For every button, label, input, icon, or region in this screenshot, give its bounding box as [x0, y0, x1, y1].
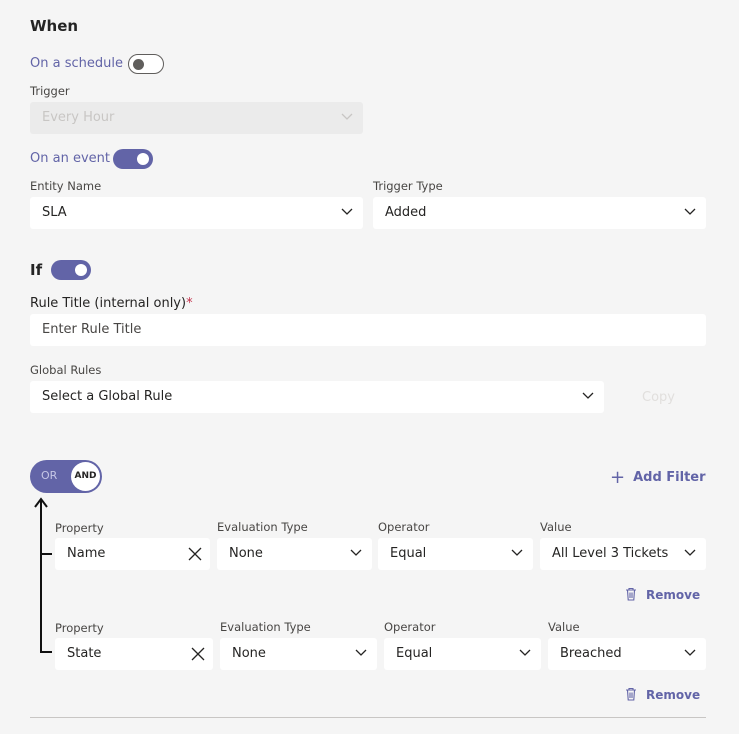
close-icon[interactable]: [191, 647, 205, 661]
filter-operator-value: Equal: [396, 646, 433, 661]
filter-property-label: Property: [55, 621, 104, 635]
filter-eval-label: Evaluation Type: [217, 520, 308, 534]
toggle-knob: [75, 264, 87, 276]
filter-value-value: Breached: [560, 646, 622, 661]
rule-title-input[interactable]: Enter Rule Title: [30, 314, 706, 346]
add-filter-label: Add Filter: [633, 470, 706, 485]
filter-property-input[interactable]: State: [55, 638, 213, 670]
toggle-knob: [137, 153, 149, 165]
on-event-toggle[interactable]: [113, 149, 153, 169]
trigger-select: Every Hour: [30, 102, 363, 134]
chevron-down-icon: [684, 649, 696, 656]
logic-connector-bracket: [34, 497, 52, 653]
global-rules-select[interactable]: Select a Global Rule: [30, 381, 604, 413]
copy-button[interactable]: Copy: [642, 390, 675, 405]
filter-eval-select[interactable]: None: [220, 638, 377, 670]
close-icon[interactable]: [188, 547, 202, 561]
chevron-down-icon: [511, 549, 523, 556]
filter-value-label: Value: [540, 520, 572, 534]
chevron-down-icon: [519, 649, 531, 656]
filter-operator-value: Equal: [390, 546, 427, 561]
filter-property-value: Name: [67, 546, 106, 561]
chevron-down-icon: [341, 113, 353, 120]
filter-value-label: Value: [548, 620, 580, 634]
toggle-knob: [133, 59, 144, 70]
chevron-down-icon: [350, 549, 362, 556]
filter-remove-button[interactable]: Remove: [625, 687, 700, 702]
global-rules-value: Select a Global Rule: [42, 389, 173, 404]
trash-icon: [626, 587, 636, 601]
rule-title-placeholder: Enter Rule Title: [42, 322, 142, 337]
filter-eval-select[interactable]: None: [217, 538, 372, 570]
required-mark: *: [186, 296, 193, 311]
or-and-switch[interactable]: OR AND: [30, 460, 102, 493]
entity-name-label: Entity Name: [30, 179, 102, 193]
filter-remove-label: Remove: [646, 688, 701, 702]
filter-operator-label: Operator: [378, 520, 430, 534]
trigger-type-label: Trigger Type: [373, 179, 443, 193]
global-rules-label: Global Rules: [30, 363, 102, 377]
rule-title-label-text: Rule Title (internal only): [30, 296, 187, 311]
on-event-label: On an event: [30, 151, 110, 166]
if-toggle[interactable]: [51, 260, 91, 280]
trigger-type-value: Added: [385, 205, 427, 220]
and-option[interactable]: AND: [71, 462, 100, 491]
rule-title-label: Rule Title (internal only)*: [30, 296, 193, 311]
if-heading: If: [30, 261, 43, 279]
trigger-label: Trigger: [30, 84, 70, 98]
entity-name-value: SLA: [42, 205, 67, 220]
on-schedule-label: On a schedule: [30, 56, 123, 71]
trash-icon: [626, 687, 636, 701]
filter-operator-label: Operator: [384, 620, 436, 634]
or-option[interactable]: OR: [41, 469, 57, 482]
filter-value-select[interactable]: All Level 3 Tickets: [540, 538, 706, 570]
filter-eval-value: None: [232, 646, 266, 661]
filter-property-value: State: [67, 646, 102, 661]
on-schedule-toggle[interactable]: [128, 54, 164, 74]
filter-property-input[interactable]: Name: [55, 538, 210, 570]
filter-remove-label: Remove: [646, 588, 701, 602]
chevron-down-icon: [582, 392, 594, 399]
trigger-select-value: Every Hour: [42, 110, 115, 125]
section-divider: [30, 717, 706, 718]
filter-operator-select[interactable]: Equal: [378, 538, 533, 570]
when-heading: When: [30, 17, 79, 35]
filter-value-select[interactable]: Breached: [548, 638, 706, 670]
filter-property-label: Property: [55, 521, 104, 535]
filter-remove-button[interactable]: Remove: [625, 587, 700, 602]
filter-operator-select[interactable]: Equal: [384, 638, 541, 670]
entity-name-select[interactable]: SLA: [30, 197, 363, 229]
chevron-down-icon: [355, 649, 367, 656]
filter-eval-value: None: [229, 546, 263, 561]
filter-value-value: All Level 3 Tickets: [552, 546, 669, 561]
trigger-type-select[interactable]: Added: [373, 197, 706, 229]
chevron-down-icon: [341, 208, 353, 215]
add-filter-button[interactable]: + Add Filter: [610, 467, 706, 488]
plus-icon: +: [610, 467, 626, 488]
chevron-down-icon: [684, 549, 696, 556]
chevron-down-icon: [684, 208, 696, 215]
filter-eval-label: Evaluation Type: [220, 620, 311, 634]
